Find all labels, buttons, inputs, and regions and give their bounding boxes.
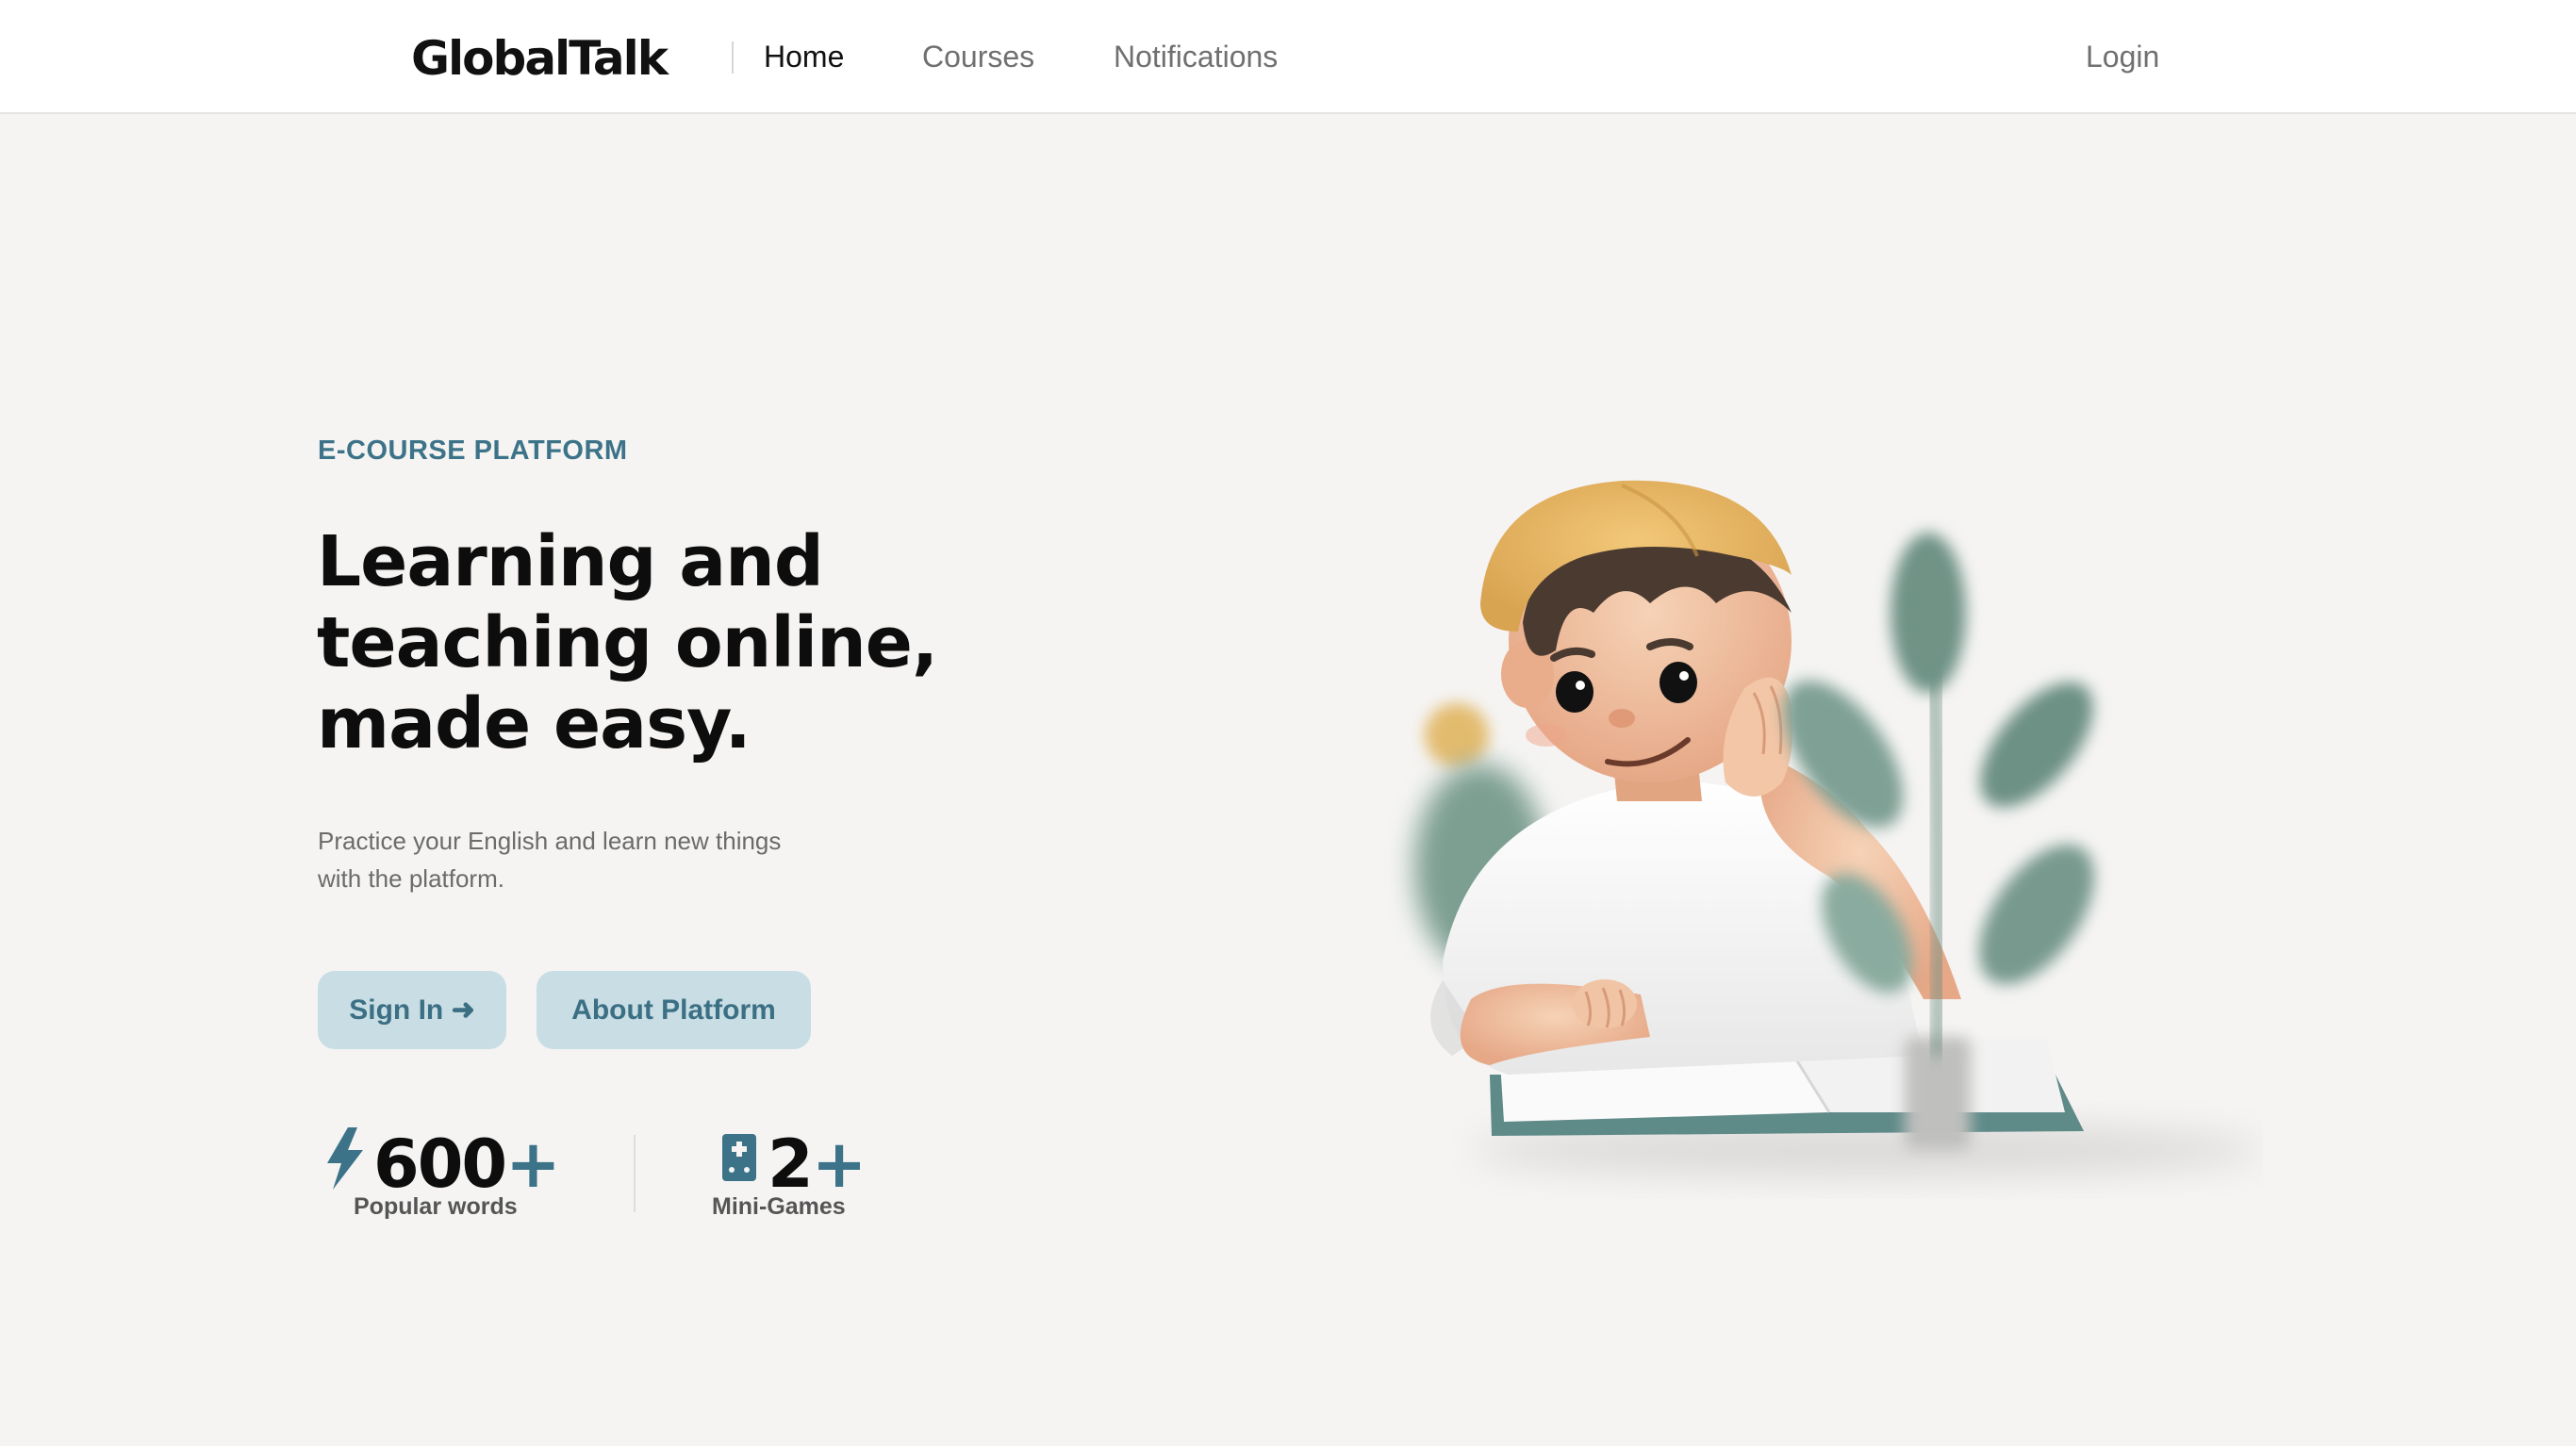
subtitle-line-2: with the platform. [318,864,504,893]
stat-games-label: Mini-Games [712,1193,846,1220]
stat-games-plus: + [811,1126,867,1203]
headline-line-2: teaching online, [317,602,938,683]
top-navbar: GlobalTalk Home Courses Notifications Lo… [0,0,2576,114]
lightning-icon [327,1127,363,1190]
hero-headline: Learning and teaching online, made easy. [317,521,1033,764]
nav-home-link[interactable]: Home [764,34,844,79]
stat-words-number: 600 [373,1126,507,1203]
game-card-icon [722,1134,756,1181]
about-platform-button[interactable]: About Platform [537,971,811,1049]
hero-subtitle: Practice your English and learn new thin… [318,822,883,897]
hero-eyebrow: E-COURSE PLATFORM [318,435,628,466]
headline-line-3: made easy. [317,683,751,764]
nav-divider [732,41,734,74]
stat-games-number: 2 [768,1126,814,1203]
boy-reading-illustration [1414,480,2263,1175]
headline-line-1: Learning and [317,521,824,602]
nav-notifications-link[interactable]: Notifications [1114,34,1278,79]
subtitle-line-1: Practice your English and learn new thin… [318,827,782,855]
sign-in-button[interactable]: Sign In ➜ [318,971,506,1049]
stat-games-value: 2+ [768,1131,867,1197]
stat-words-value: 600+ [373,1131,561,1197]
nav-courses-link[interactable]: Courses [922,34,1034,79]
stat-words-plus: + [505,1126,561,1203]
stats-divider [634,1135,636,1212]
stat-words-label: Popular words [354,1193,518,1220]
logo[interactable]: GlobalTalk [411,25,669,92]
login-link[interactable]: Login [2086,34,2159,79]
